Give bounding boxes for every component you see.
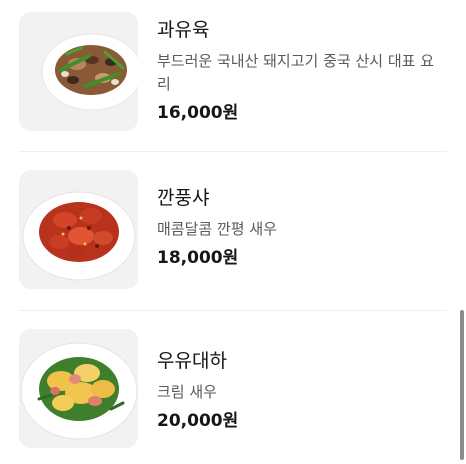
menu-item-info: 과유육 부드러운 국내산 돼지고기 중국 산시 대표 요리 16,000원	[157, 18, 446, 124]
menu-item-name: 우유대하	[157, 350, 227, 372]
menu-item-description: 부드러운 국내산 돼지고기 중국 산시 대표 요리	[157, 52, 435, 93]
scrollbar[interactable]	[460, 310, 464, 460]
menu-item-image	[19, 170, 138, 289]
menu-item-price: 18,000원	[157, 248, 239, 268]
menu-item-image	[19, 12, 138, 131]
menu-item-price: 20,000원	[157, 411, 239, 431]
dish-image	[19, 12, 138, 131]
menu-item[interactable]: 깐풍샤 매콤달콤 깐평 새우 18,000원	[0, 152, 466, 310]
menu-item-name: 과유육	[157, 19, 210, 41]
dish-image	[19, 170, 138, 289]
menu-item-description: 매콤달콤 깐평 새우	[157, 220, 277, 238]
menu-item-info: 깐풍샤 매콤달콤 깐평 새우 18,000원	[157, 186, 446, 269]
menu-list: 과유육 부드러운 국내산 돼지고기 중국 산시 대표 요리 16,000원 깐풍…	[0, 0, 466, 464]
dish-image	[19, 329, 138, 448]
menu-item-name: 깐풍샤	[157, 187, 210, 209]
menu-item[interactable]: 과유육 부드러운 국내산 돼지고기 중국 산시 대표 요리 16,000원	[0, 0, 466, 150]
menu-item-image	[19, 329, 138, 448]
menu-item-price: 16,000원	[157, 103, 239, 123]
menu-item[interactable]: 우유대하 크림 새우 20,000원	[0, 311, 466, 464]
menu-item-description: 크림 새우	[157, 383, 217, 401]
menu-item-info: 우유대하 크림 새우 20,000원	[157, 349, 446, 432]
